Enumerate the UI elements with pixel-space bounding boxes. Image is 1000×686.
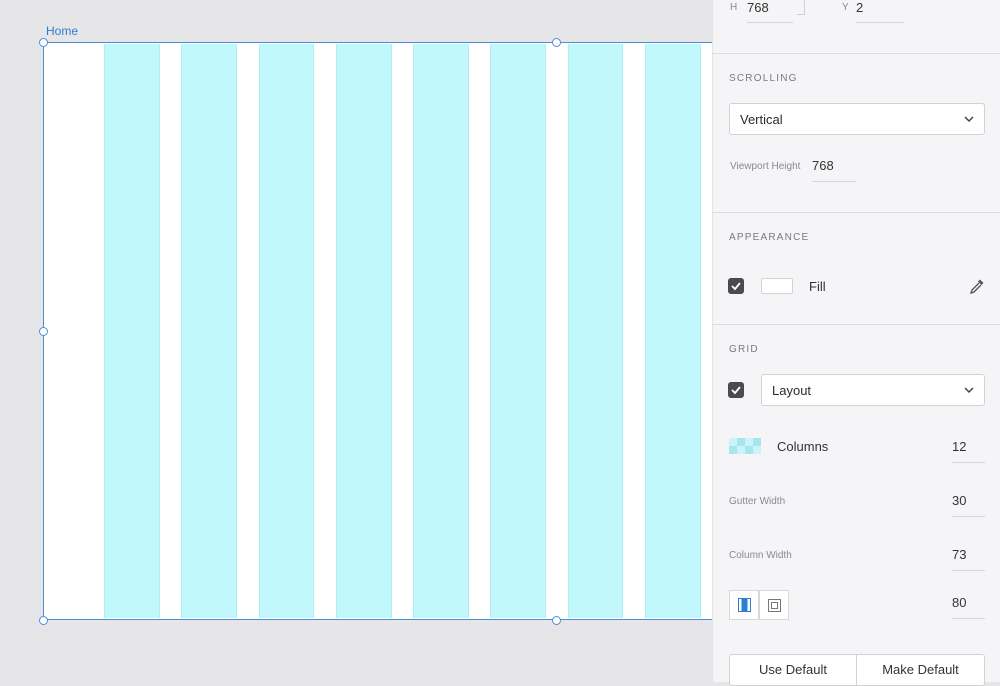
make-default-button[interactable]: Make Default [856, 654, 985, 686]
chevron-down-icon [964, 116, 974, 123]
divider [713, 53, 1000, 54]
grid-column [413, 44, 469, 618]
grid-type-value: Layout [772, 383, 812, 398]
canvas-area[interactable]: Home [0, 0, 712, 682]
resize-handle-top-left[interactable] [39, 38, 48, 47]
grid-column [181, 44, 237, 618]
grid-column [104, 44, 160, 618]
fill-label: Fill [809, 279, 826, 294]
checkmark-icon [731, 386, 741, 395]
gutter-width-label: Gutter Width [729, 496, 786, 507]
chevron-down-icon [964, 387, 974, 394]
grid-column [568, 44, 623, 618]
margin-underline [952, 618, 985, 619]
column-width-underline [952, 570, 985, 571]
artboard-label[interactable]: Home [46, 24, 78, 38]
linked-margins-icon [738, 598, 751, 612]
height-label: H [730, 2, 738, 13]
y-input[interactable]: 2 [856, 0, 863, 15]
resize-handle-bottom-left[interactable] [39, 616, 48, 625]
grid-section-title: GRID [729, 344, 759, 355]
fill-checkbox[interactable] [728, 278, 744, 294]
appearance-section-title: APPEARANCE [729, 232, 810, 243]
grid-column [490, 44, 546, 618]
scrolling-dropdown[interactable]: Vertical [729, 103, 985, 135]
grid-column [336, 44, 392, 618]
link-bracket[interactable] [804, 0, 805, 14]
height-underline [747, 22, 793, 23]
divider [713, 212, 1000, 213]
resize-handle-left[interactable] [39, 327, 48, 336]
viewport-height-input[interactable]: 768 [812, 158, 834, 173]
column-width-label: Column Width [729, 550, 792, 561]
resize-handle-top[interactable] [552, 38, 561, 47]
linked-margins-button[interactable] [729, 590, 759, 620]
height-input[interactable]: 768 [747, 0, 769, 15]
y-underline [856, 22, 904, 23]
property-inspector: H 768 Y 2 SCROLLING Vertical Viewport He… [712, 0, 1000, 686]
viewport-height-underline [812, 181, 856, 182]
viewport-height-label: Viewport Height [730, 161, 801, 172]
columns-input[interactable]: 12 [952, 439, 966, 454]
resize-handle-bottom[interactable] [552, 616, 561, 625]
margin-input[interactable]: 80 [952, 595, 966, 610]
grid-column [645, 44, 701, 618]
use-default-button[interactable]: Use Default [729, 654, 857, 686]
gutter-width-input[interactable]: 30 [952, 493, 966, 508]
eyedropper-icon[interactable] [969, 278, 985, 294]
column-width-input[interactable]: 73 [952, 547, 966, 562]
checkmark-icon [731, 282, 741, 291]
grid-column [259, 44, 314, 618]
individual-margins-button[interactable] [759, 590, 789, 620]
scrolling-section-title: SCROLLING [729, 73, 798, 84]
link-bracket-foot [797, 14, 805, 15]
divider [713, 324, 1000, 325]
artboard[interactable] [43, 42, 712, 620]
columns-label: Columns [777, 439, 829, 454]
individual-margins-icon [768, 599, 781, 612]
scrolling-dropdown-value: Vertical [740, 112, 783, 127]
grid-type-dropdown[interactable]: Layout [761, 374, 985, 406]
grid-checkbox[interactable] [728, 382, 744, 398]
y-label: Y [842, 2, 849, 13]
columns-underline [952, 462, 985, 463]
gutter-width-underline [952, 516, 985, 517]
columns-swatch-icon[interactable] [729, 438, 761, 454]
fill-color-swatch[interactable] [761, 278, 793, 294]
